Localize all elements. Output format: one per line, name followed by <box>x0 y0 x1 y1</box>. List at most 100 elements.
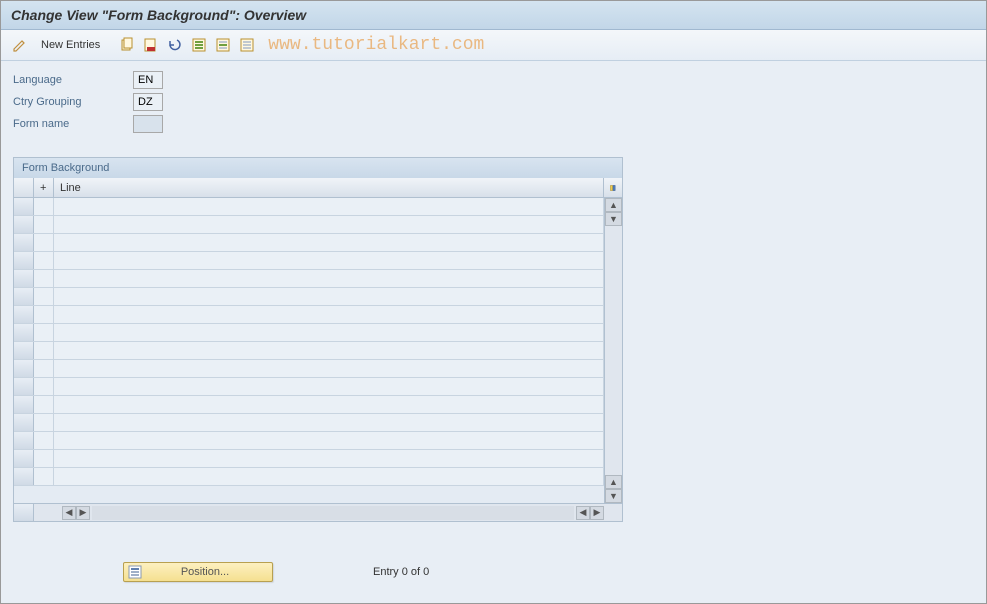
cell-plus[interactable] <box>34 414 54 431</box>
row-handle[interactable] <box>14 234 34 251</box>
cell-line[interactable] <box>54 342 604 359</box>
row-handle[interactable] <box>14 378 34 395</box>
row-handle[interactable] <box>14 306 34 323</box>
column-header-line[interactable]: Line <box>54 178 604 197</box>
language-label: Language <box>13 74 133 86</box>
vertical-scrollbar[interactable]: ▲ ▼ ▲ ▼ <box>604 198 622 503</box>
cell-plus[interactable] <box>34 396 54 413</box>
table-row[interactable] <box>14 324 622 342</box>
select-block-icon[interactable] <box>212 34 234 56</box>
table-row[interactable] <box>14 288 622 306</box>
scroll-down-icon[interactable]: ▼ <box>605 212 622 226</box>
table-row[interactable] <box>14 450 622 468</box>
cell-line[interactable] <box>54 216 604 233</box>
row-handle[interactable] <box>14 288 34 305</box>
row-handle[interactable] <box>14 270 34 287</box>
cell-line[interactable] <box>54 450 604 467</box>
ctry-grouping-field[interactable] <box>133 93 163 111</box>
cell-plus[interactable] <box>34 360 54 377</box>
cell-line[interactable] <box>54 306 604 323</box>
table-row[interactable] <box>14 270 622 288</box>
table-row[interactable] <box>14 432 622 450</box>
cell-plus[interactable] <box>34 450 54 467</box>
cell-line[interactable] <box>54 432 604 449</box>
new-entries-button[interactable]: New Entries <box>33 35 108 55</box>
cell-line[interactable] <box>54 324 604 341</box>
bottom-left-handle[interactable] <box>14 504 34 521</box>
table-row[interactable] <box>14 342 622 360</box>
copy-as-icon[interactable] <box>116 34 138 56</box>
grid-header: + Line <box>14 178 622 198</box>
scroll-right-1-icon[interactable]: ▶ <box>76 506 90 520</box>
table-row[interactable] <box>14 360 622 378</box>
scroll-down-2-icon[interactable]: ▼ <box>605 489 622 503</box>
row-handle[interactable] <box>14 432 34 449</box>
row-handle[interactable] <box>14 414 34 431</box>
scroll-left-2-icon[interactable]: ◀ <box>576 506 590 520</box>
row-handle[interactable] <box>14 468 34 485</box>
scroll-track[interactable] <box>605 226 622 475</box>
table-row[interactable] <box>14 252 622 270</box>
cell-plus[interactable] <box>34 234 54 251</box>
grid: + Line ▲ ▼ ▲ ▼ <box>14 178 622 503</box>
cell-plus[interactable] <box>34 198 54 215</box>
scroll-right-2-icon[interactable]: ▶ <box>590 506 604 520</box>
cell-plus[interactable] <box>34 270 54 287</box>
table-row[interactable] <box>14 378 622 396</box>
ctry-grouping-label: Ctry Grouping <box>13 96 133 108</box>
cell-plus[interactable] <box>34 342 54 359</box>
row-handle[interactable] <box>14 360 34 377</box>
cell-line[interactable] <box>54 198 604 215</box>
table-row[interactable] <box>14 468 622 486</box>
form-name-field[interactable] <box>133 115 163 133</box>
cell-line[interactable] <box>54 360 604 377</box>
cell-line[interactable] <box>54 378 604 395</box>
row-selector-header[interactable] <box>14 178 34 197</box>
cell-line[interactable] <box>54 396 604 413</box>
table-row[interactable] <box>14 216 622 234</box>
position-icon <box>128 565 142 579</box>
row-handle[interactable] <box>14 252 34 269</box>
scroll-up-icon[interactable]: ▲ <box>605 198 622 212</box>
cell-line[interactable] <box>54 288 604 305</box>
table-row[interactable] <box>14 396 622 414</box>
column-header-plus[interactable]: + <box>34 178 54 197</box>
scroll-up-2-icon[interactable]: ▲ <box>605 475 622 489</box>
scroll-left-icon[interactable]: ◀ <box>62 506 76 520</box>
table-row[interactable] <box>14 234 622 252</box>
table-row[interactable] <box>14 414 622 432</box>
language-field[interactable] <box>133 71 163 89</box>
row-handle[interactable] <box>14 324 34 341</box>
table-settings-icon[interactable] <box>604 178 622 197</box>
row-handle[interactable] <box>14 198 34 215</box>
cell-line[interactable] <box>54 468 604 485</box>
row-handle[interactable] <box>14 342 34 359</box>
deselect-all-icon[interactable] <box>236 34 258 56</box>
cell-plus[interactable] <box>34 288 54 305</box>
grid-body <box>14 198 622 486</box>
select-all-icon[interactable] <box>188 34 210 56</box>
form-area: Language Ctry Grouping Form name <box>1 61 986 147</box>
undo-icon[interactable] <box>164 34 186 56</box>
toggle-change-icon[interactable] <box>9 34 31 56</box>
delete-icon[interactable] <box>140 34 162 56</box>
cell-plus[interactable] <box>34 216 54 233</box>
cell-plus[interactable] <box>34 432 54 449</box>
hscroll-track[interactable] <box>92 506 574 520</box>
cell-plus[interactable] <box>34 252 54 269</box>
table-row[interactable] <box>14 198 622 216</box>
row-handle[interactable] <box>14 216 34 233</box>
row-handle[interactable] <box>14 396 34 413</box>
row-handle[interactable] <box>14 450 34 467</box>
position-button[interactable]: Position... <box>123 562 273 582</box>
table-row[interactable] <box>14 306 622 324</box>
cell-line[interactable] <box>54 234 604 251</box>
cell-plus[interactable] <box>34 306 54 323</box>
cell-plus[interactable] <box>34 324 54 341</box>
table-title: Form Background <box>14 158 622 178</box>
cell-line[interactable] <box>54 270 604 287</box>
cell-line[interactable] <box>54 414 604 431</box>
cell-plus[interactable] <box>34 468 54 485</box>
cell-line[interactable] <box>54 252 604 269</box>
cell-plus[interactable] <box>34 378 54 395</box>
